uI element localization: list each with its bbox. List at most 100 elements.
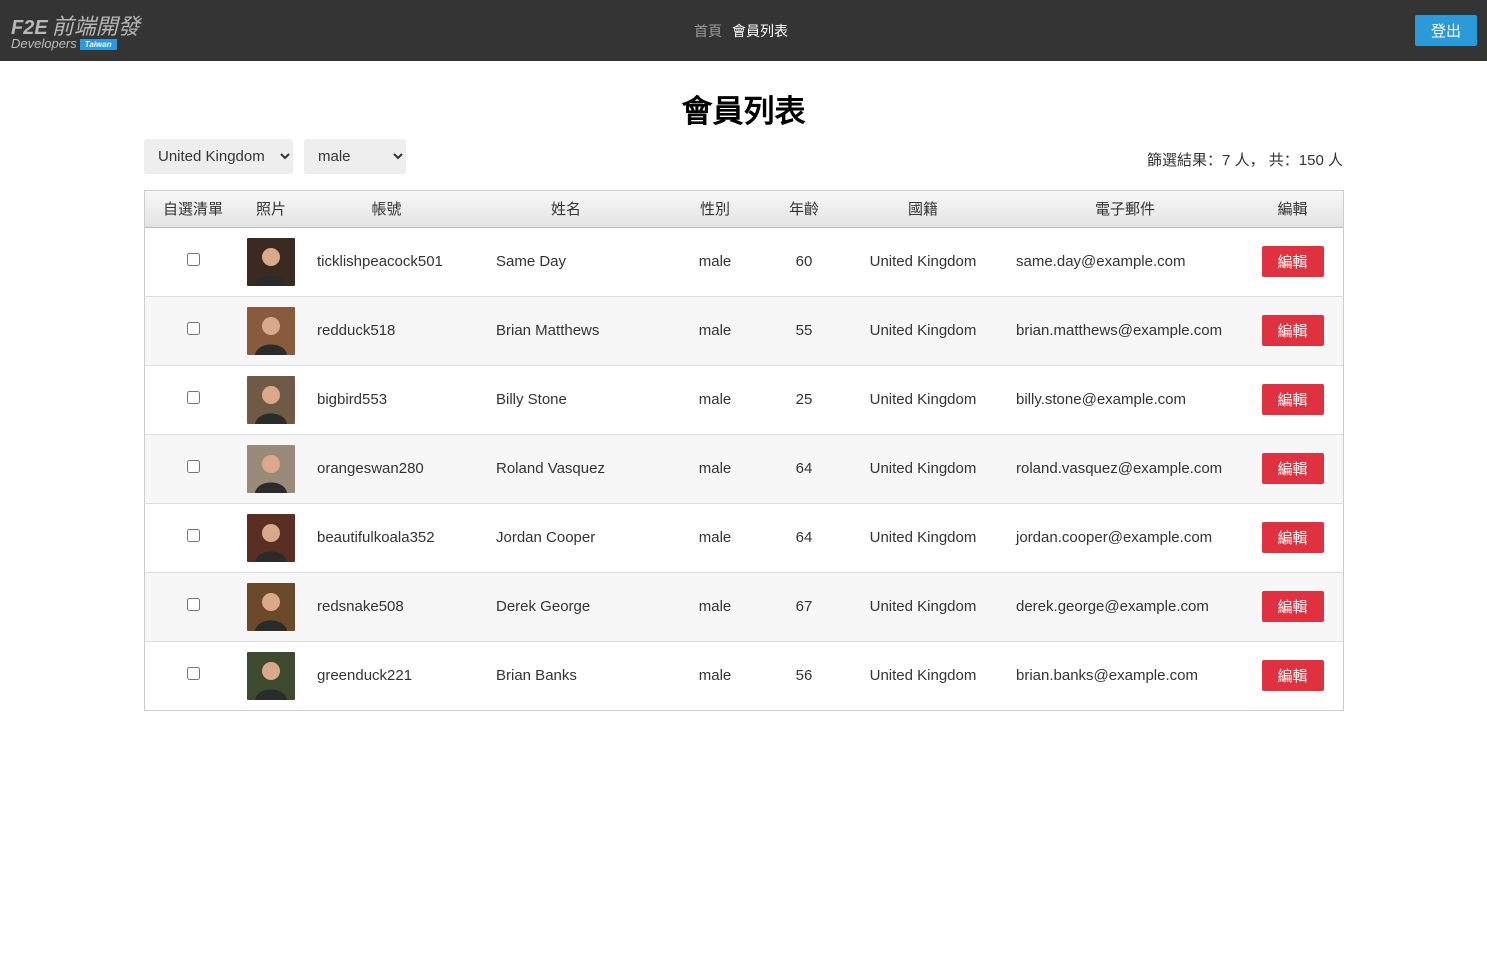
avatar <box>247 651 295 700</box>
edit-button[interactable]: 編輯 <box>1261 660 1324 692</box>
email-cell: jordan.cooper@example.com <box>1016 529 1213 546</box>
age-cell: 64 <box>795 460 813 477</box>
name-cell: Roland Vasquez <box>496 460 605 477</box>
country-cell: United Kingdom <box>869 667 977 685</box>
edit-cell: 編輯 <box>1242 227 1343 296</box>
favorite-checkbox[interactable] <box>186 667 200 681</box>
photo-cell <box>241 227 301 296</box>
table-row: greenduck221 Brian Banks male 56 United King… <box>145 641 1343 710</box>
column-header[interactable]: 電子郵件 <box>1008 191 1242 228</box>
email-cell: brian.banks@example.com <box>1016 667 1198 685</box>
name-cell: Same Day <box>496 253 567 270</box>
column-header[interactable]: 自選清單 <box>145 191 241 228</box>
edit-cell: 編輯 <box>1242 572 1343 641</box>
photo-cell <box>241 641 301 710</box>
name-cell: Brian Matthews <box>496 322 600 339</box>
edit-button[interactable]: 編輯 <box>1261 522 1324 553</box>
email-cell: billy.stone@example.com <box>1016 391 1187 408</box>
total-count: 150 <box>1298 152 1324 169</box>
favorite-checkbox[interactable] <box>186 253 200 266</box>
column-header[interactable]: 照片 <box>241 191 301 228</box>
top-navbar: F2E 前端開發 Developers Taiwan 首頁 會員列表 登出 <box>0 0 1487 61</box>
nav-link-home[interactable]: 首頁 <box>694 23 722 39</box>
avatar <box>247 375 295 424</box>
filtered-count: 7 <box>1222 152 1231 169</box>
name-cell: Derek George <box>496 598 591 615</box>
select-cell <box>145 227 241 296</box>
name-cell: Jordan Cooper <box>496 529 596 546</box>
username-cell: orangeswan280 <box>317 460 424 477</box>
age-cell: 64 <box>795 529 813 546</box>
table-row: bigbird553 Billy Stone male 25 United Kingdo… <box>145 365 1343 434</box>
favorite-checkbox[interactable] <box>186 460 200 473</box>
table-row: orangeswan280 Roland Vasquez male 64 United … <box>145 434 1343 503</box>
username-cell: ticklishpeacock501 <box>317 253 443 270</box>
result-summary: 篩選結果：7 人， 共：150 人 <box>1147 152 1343 169</box>
username-cell: redsnake508 <box>317 598 404 615</box>
nav-link-member-list[interactable]: 會員列表 <box>732 23 788 39</box>
country-cell: United Kingdom <box>869 598 977 615</box>
edit-button[interactable]: 編輯 <box>1261 384 1324 415</box>
select-cell <box>145 296 241 365</box>
edit-button[interactable]: 編輯 <box>1261 591 1324 622</box>
avatar <box>247 444 295 493</box>
edit-cell: 編輯 <box>1242 365 1343 434</box>
gender-cell: male <box>698 391 732 408</box>
logo[interactable]: F2E 前端開發 Developers Taiwan <box>11 9 161 53</box>
favorite-checkbox[interactable] <box>186 322 200 335</box>
edit-cell: 編輯 <box>1242 641 1343 710</box>
username-cell: redduck518 <box>317 322 396 339</box>
avatar <box>247 582 295 631</box>
photo-cell <box>241 365 301 434</box>
logout-button[interactable]: 登出 <box>1415 15 1477 46</box>
filter-bar: United Kingdom male <box>144 139 417 174</box>
username-cell: beautifulkoala352 <box>317 529 435 546</box>
select-cell <box>145 365 241 434</box>
logo-badge: Taiwan <box>79 39 117 51</box>
gender-cell: male <box>698 667 732 685</box>
table-row: ticklishpeacock501 Same Day male 60 United K… <box>145 227 1343 296</box>
column-header[interactable]: 姓名 <box>472 191 660 228</box>
favorite-checkbox[interactable] <box>186 598 200 611</box>
avatar <box>247 513 295 562</box>
table-row: beautifulkoala352 Jordan Cooper male 64 Unit… <box>145 503 1343 572</box>
column-header[interactable]: 性別 <box>660 191 770 228</box>
email-cell: roland.vasquez@example.com <box>1016 460 1223 477</box>
name-cell: Brian Banks <box>496 667 577 685</box>
country-cell: United Kingdom <box>869 529 977 546</box>
photo-cell <box>241 503 301 572</box>
column-header[interactable]: 國籍 <box>838 191 1008 228</box>
edit-cell: 編輯 <box>1242 503 1343 572</box>
breadcrumb: 首頁 會員列表 <box>694 21 798 41</box>
age-cell: 25 <box>795 391 813 408</box>
photo-cell <box>241 296 301 365</box>
photo-cell <box>241 434 301 503</box>
country-cell: United Kingdom <box>869 460 977 477</box>
country-select[interactable]: United Kingdom <box>144 139 293 174</box>
avatar <box>247 237 295 286</box>
select-cell <box>145 572 241 641</box>
table-header-row: 自選清單 照片 帳號 姓名 性別 年齡 國籍 電子郵件 編輯 <box>145 191 1343 228</box>
gender-cell: male <box>698 460 732 477</box>
age-cell: 55 <box>795 322 813 339</box>
logo-sub: Developers Taiwan <box>11 36 117 51</box>
gender-select[interactable]: male <box>304 139 406 174</box>
edit-button[interactable]: 編輯 <box>1261 315 1324 346</box>
gender-cell: male <box>698 253 732 270</box>
country-cell: United Kingdom <box>869 322 977 339</box>
edit-button[interactable]: 編輯 <box>1261 246 1324 277</box>
edit-button[interactable]: 編輯 <box>1261 453 1324 484</box>
favorite-checkbox[interactable] <box>186 529 200 542</box>
column-header[interactable]: 帳號 <box>301 191 472 228</box>
favorite-checkbox[interactable] <box>186 391 200 404</box>
column-header[interactable]: 年齡 <box>770 191 838 228</box>
select-cell <box>145 641 241 710</box>
photo-cell <box>241 572 301 641</box>
column-header[interactable]: 編輯 <box>1242 191 1343 228</box>
country-cell: United Kingdom <box>869 391 977 408</box>
email-cell: brian.matthews@example.com <box>1016 322 1223 339</box>
email-cell: same.day@example.com <box>1016 253 1186 270</box>
age-cell: 60 <box>795 253 813 270</box>
age-cell: 67 <box>795 598 813 615</box>
table-row: redsnake508 Derek George male 67 United King… <box>145 572 1343 641</box>
